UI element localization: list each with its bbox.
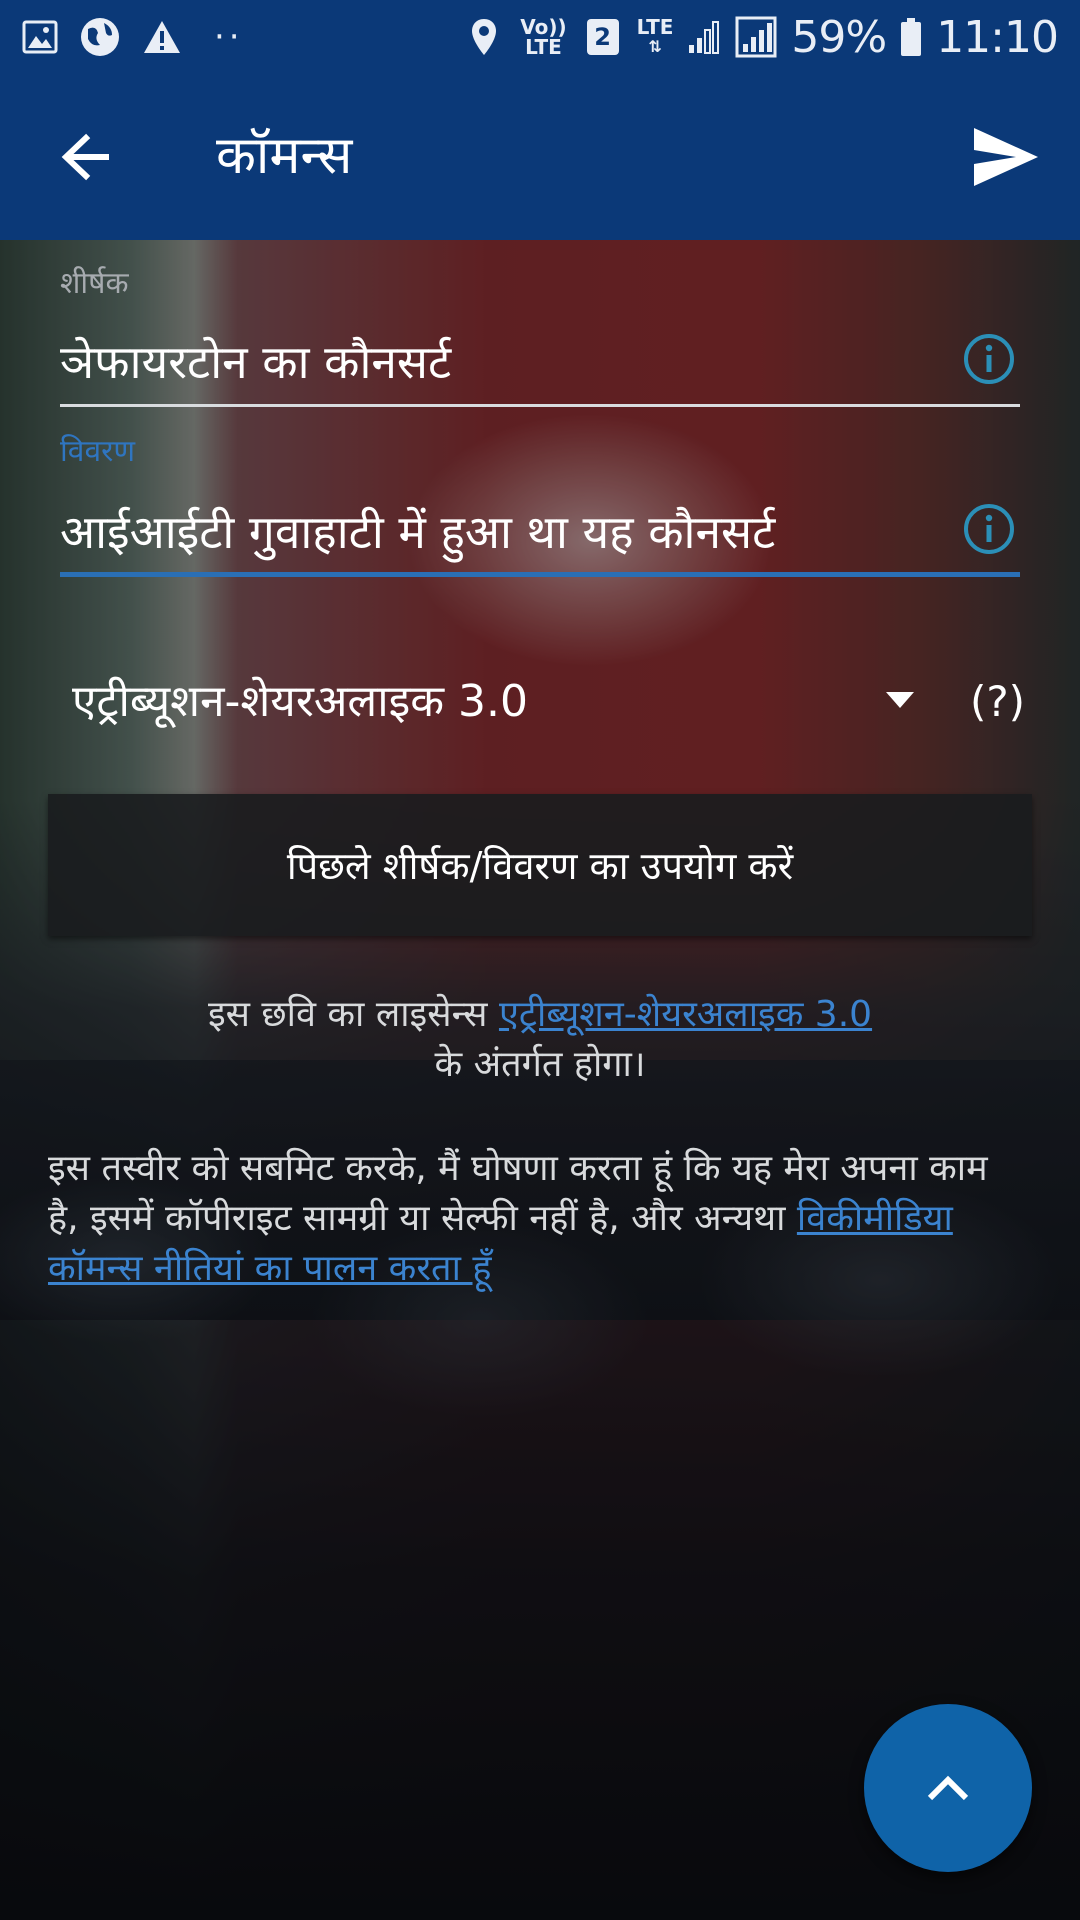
license-note-link[interactable]: एट्रीब्यूशन-शेयरअलाइक 3.0 — [499, 994, 872, 1035]
upload-form-area: शीर्षक ञेफायरटोन का कौनसर्ट विवरण आईआईटी… — [0, 240, 1080, 1920]
title-input[interactable]: ञेफायरटोन का कौनसर्ट — [60, 330, 451, 394]
license-note-prefix: इस छवि का लाइसेन्स — [207, 994, 499, 1035]
license-dropdown[interactable]: एट्रीब्यूशन-शेयरअलाइक 3.0 — [60, 658, 1020, 746]
location-icon — [472, 19, 497, 55]
info-icon — [964, 334, 1014, 384]
more-dots-icon: ·· — [214, 17, 244, 57]
toolbar-title: कॉमन्स — [216, 126, 353, 186]
arrow-back-icon — [61, 133, 109, 181]
status-bar-left: ·· — [22, 15, 244, 59]
description-input[interactable]: आईआईटी गुवाहाटी में हुआ था यह कौनसर्ट — [60, 500, 775, 564]
clock: 11:10 — [936, 11, 1059, 63]
globe-icon — [81, 18, 119, 56]
signal-icon-sim2 — [735, 16, 777, 58]
network-type-text: LTE — [636, 15, 674, 39]
license-note: इस छवि का लाइसेन्स एट्रीब्यूशन-शेयरअलाइक… — [60, 990, 1020, 1090]
data-arrows-icon: LTE ⇅ — [637, 17, 674, 57]
warning-icon — [144, 21, 180, 53]
status-bar-right: Vo)) LTE 2 LTE ⇅ 59% 11:10 — [470, 11, 1059, 63]
description-info-button[interactable] — [962, 502, 1016, 556]
app-toolbar: कॉमन्स — [0, 74, 1080, 240]
send-button[interactable] — [970, 124, 1042, 190]
license-help-link[interactable]: (?) — [970, 670, 1025, 734]
signal-icon — [689, 21, 720, 54]
sim-slot-number: 2 — [594, 23, 611, 51]
title-label: शीर्षक — [60, 266, 129, 301]
chevron-up-icon — [927, 1775, 969, 1801]
sim-icon: 2 — [586, 19, 619, 55]
info-icon — [964, 504, 1014, 554]
license-selected-value: एट्रीब्यूशन-शेयरअलाइक 3.0 — [72, 676, 529, 727]
status-bar: ·· Vo)) LTE 2 LTE ⇅ 59% 11:10 — [0, 0, 1080, 74]
data-arrows-glyph: ⇅ — [648, 37, 662, 56]
submission-declaration: इस तस्वीर को सबमिट करके, मैं घोषणा करता … — [48, 1144, 1028, 1294]
description-underline — [60, 572, 1020, 577]
scroll-up-fab[interactable] — [864, 1704, 1032, 1872]
gallery-icon — [22, 20, 58, 54]
title-underline — [60, 404, 1020, 407]
license-note-suffix: के अंतर्गत होगा। — [434, 1044, 646, 1085]
volte-bottom-text: LTE — [525, 35, 562, 59]
use-previous-title-description-button[interactable]: पिछले शीर्षक/विवरण का उपयोग करें — [48, 794, 1032, 936]
battery-percent: 59% — [791, 11, 887, 63]
send-icon — [974, 128, 1038, 186]
volte-icon: Vo)) LTE — [520, 17, 566, 57]
dropdown-arrow-icon — [886, 692, 914, 708]
title-info-button[interactable] — [962, 332, 1016, 386]
volte-top-text: Vo)) — [520, 15, 567, 39]
back-button[interactable] — [54, 124, 120, 190]
use-previous-button-label: पिछले शीर्षक/विवरण का उपयोग करें — [286, 844, 794, 888]
description-label: विवरण — [60, 434, 136, 469]
battery-icon — [901, 18, 922, 56]
